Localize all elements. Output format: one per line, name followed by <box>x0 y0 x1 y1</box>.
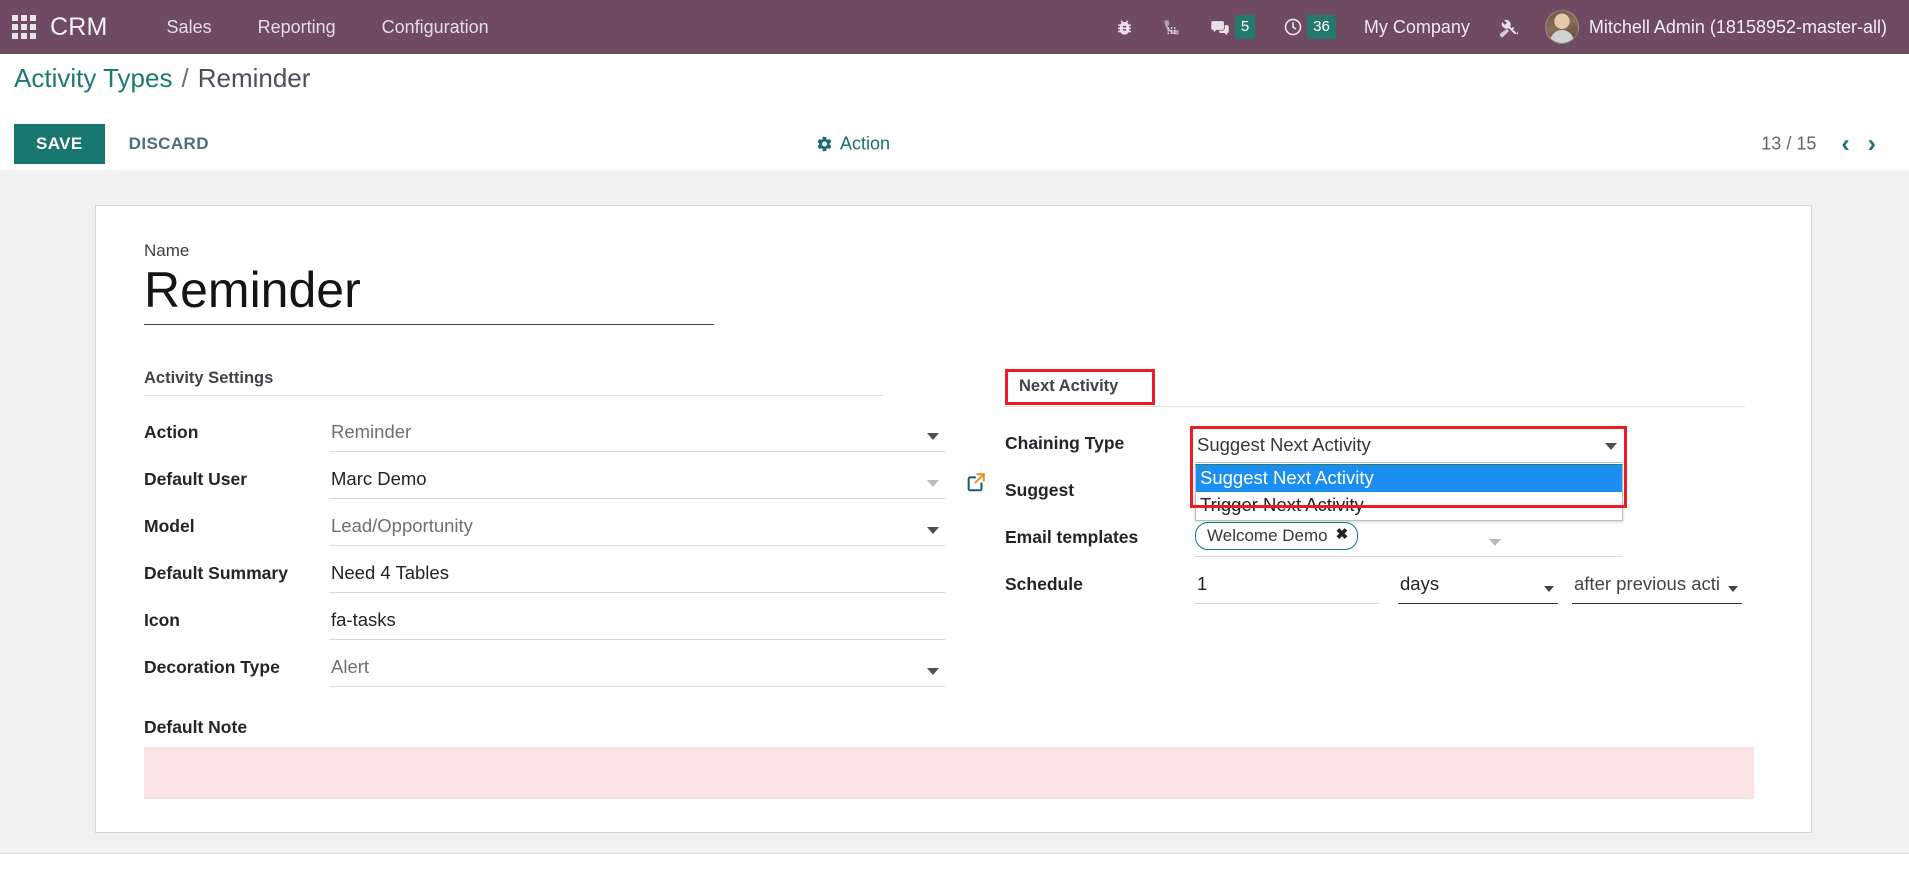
action-select[interactable] <box>329 421 945 452</box>
label-default-note: Default Note <box>144 717 248 737</box>
dialpad-icon[interactable] <box>1148 0 1195 54</box>
activities-badge: 36 <box>1307 15 1336 39</box>
breadcrumb-current-reminder: Reminder <box>197 62 311 93</box>
label-default-summary: Default Summary <box>144 563 288 583</box>
chaining-type-select[interactable]: Suggest Next Activity <box>1195 434 1623 463</box>
save-button[interactable]: SAVE <box>14 124 105 164</box>
decoration-type-select[interactable] <box>329 656 945 687</box>
breadcrumb: Activity Types / Reminder <box>0 54 1909 102</box>
field-row-decoration-type: Decoration Type <box>144 640 945 687</box>
pager-next-button[interactable]: › <box>1859 131 1885 157</box>
odoo-crm-window: CRM Sales Reporting Configuration 5 36 M… <box>0 0 1909 883</box>
chaining-type-value: Suggest Next Activity <box>1197 434 1371 455</box>
schedule-unit-value[interactable] <box>1398 573 1558 604</box>
tag-welcome-demo[interactable]: Welcome Demo ✖ <box>1195 521 1359 550</box>
breadcrumb-root-activity-types[interactable]: Activity Types <box>14 63 172 94</box>
schedule-amount-input[interactable] <box>1195 573 1380 604</box>
close-icon[interactable]: ✖ <box>1336 526 1349 545</box>
schedule-reference-select[interactable] <box>1572 573 1742 604</box>
label-chaining-type: Chaining Type <box>1005 433 1125 453</box>
name-input[interactable] <box>144 263 714 325</box>
chevron-down-icon <box>1605 443 1617 450</box>
pager: 13 / 15 ‹ › <box>1761 131 1885 157</box>
bug-icon[interactable] <box>1101 0 1148 54</box>
action-menu-label: Action <box>840 133 891 154</box>
dropdown-option-trigger-next-activity[interactable]: Trigger Next Activity <box>1196 492 1622 519</box>
discard-button[interactable]: DISCARD <box>123 133 215 155</box>
field-row-default-user: Default User <box>144 452 985 499</box>
email-templates-input[interactable]: Welcome Demo ✖ <box>1195 521 1623 557</box>
avatar <box>1544 10 1579 44</box>
default-summary-input[interactable] <box>329 562 945 593</box>
apps-menu-button[interactable] <box>0 0 48 54</box>
main-menu: Sales Reporting Configuration <box>144 0 512 54</box>
activities-clock-icon[interactable]: 36 <box>1269 0 1350 54</box>
user-menu[interactable]: Mitchell Admin (18158952-master-all) <box>1535 10 1899 44</box>
pager-previous-button[interactable]: ‹ <box>1832 131 1858 157</box>
chaining-type-dropdown-list: Suggest Next Activity Trigger Next Activ… <box>1195 464 1623 521</box>
dropdown-option-suggest-next-activity[interactable]: Suggest Next Activity <box>1196 465 1622 493</box>
grid-apps-icon <box>12 15 36 39</box>
top-navbar: CRM Sales Reporting Configuration 5 36 M… <box>0 0 1909 54</box>
field-row-schedule: Schedule <box>1005 557 1811 604</box>
control-panel: SAVE DISCARD Action 13 / 15 ‹ › <box>0 118 1909 170</box>
breadcrumb-separator: / <box>181 62 189 93</box>
field-row-default-summary: Default Summary <box>144 546 945 593</box>
icon-input[interactable] <box>329 609 945 640</box>
model-select[interactable] <box>329 515 945 546</box>
field-row-action: Action <box>144 405 945 452</box>
menu-item-reporting[interactable]: Reporting <box>235 0 359 54</box>
form-sheet: Name Activity Settings Action Default Us… <box>95 205 1812 833</box>
menu-item-configuration[interactable]: Configuration <box>359 0 512 54</box>
menu-item-sales[interactable]: Sales <box>144 0 235 54</box>
group-title-next-activity: Next Activity <box>1005 369 1156 405</box>
chevron-down-icon <box>1544 586 1554 592</box>
messages-icon[interactable]: 5 <box>1195 0 1269 54</box>
tag-label: Welcome Demo <box>1207 525 1328 545</box>
default-user-input[interactable] <box>329 468 945 499</box>
pager-count: 13 / 15 <box>1761 133 1817 154</box>
systray: 5 36 My Company Mitchell Admin (18158952… <box>1101 0 1909 54</box>
label-suggest: Suggest <box>1005 480 1075 500</box>
gear-icon <box>816 136 833 153</box>
field-row-icon: Icon <box>144 593 945 640</box>
chevron-down-icon <box>1728 586 1738 592</box>
company-switcher[interactable]: My Company <box>1350 0 1484 54</box>
label-email-templates: Email templates <box>1005 527 1139 547</box>
group-title-activity-settings: Activity Settings <box>144 369 884 396</box>
label-default-user: Default User <box>144 469 248 489</box>
label-schedule: Schedule <box>1005 574 1083 594</box>
label-action: Action <box>144 422 199 442</box>
label-model: Model <box>144 516 195 536</box>
label-icon: Icon <box>144 610 180 630</box>
next-activity-group: Next Activity Chaining Type Suggest Next… <box>1005 369 1811 687</box>
bottom-strip <box>0 853 1909 883</box>
wrench-screwdriver-icon[interactable] <box>1484 0 1535 54</box>
chevron-down-icon <box>1489 539 1501 546</box>
external-link-icon[interactable] <box>965 471 987 493</box>
messages-badge: 5 <box>1234 15 1256 39</box>
field-row-chaining-type: Chaining Type Suggest Next Activity Sugg… <box>1005 416 1811 521</box>
field-row-model: Model <box>144 499 945 546</box>
schedule-reference-value[interactable] <box>1572 573 1742 604</box>
label-decoration-type: Decoration Type <box>144 657 280 677</box>
group-divider <box>1005 406 1745 407</box>
action-menu-button[interactable]: Action <box>816 134 890 155</box>
app-brand-crm[interactable]: CRM <box>48 13 114 42</box>
default-note-editor[interactable] <box>144 747 1754 799</box>
schedule-unit-select[interactable] <box>1398 573 1558 604</box>
activity-settings-group: Activity Settings Action Default User <box>144 369 985 687</box>
name-field-label: Name <box>144 241 190 260</box>
user-name: Mitchell Admin (18158952-master-all) <box>1588 16 1887 37</box>
default-note-block: Default Note <box>144 717 1811 804</box>
